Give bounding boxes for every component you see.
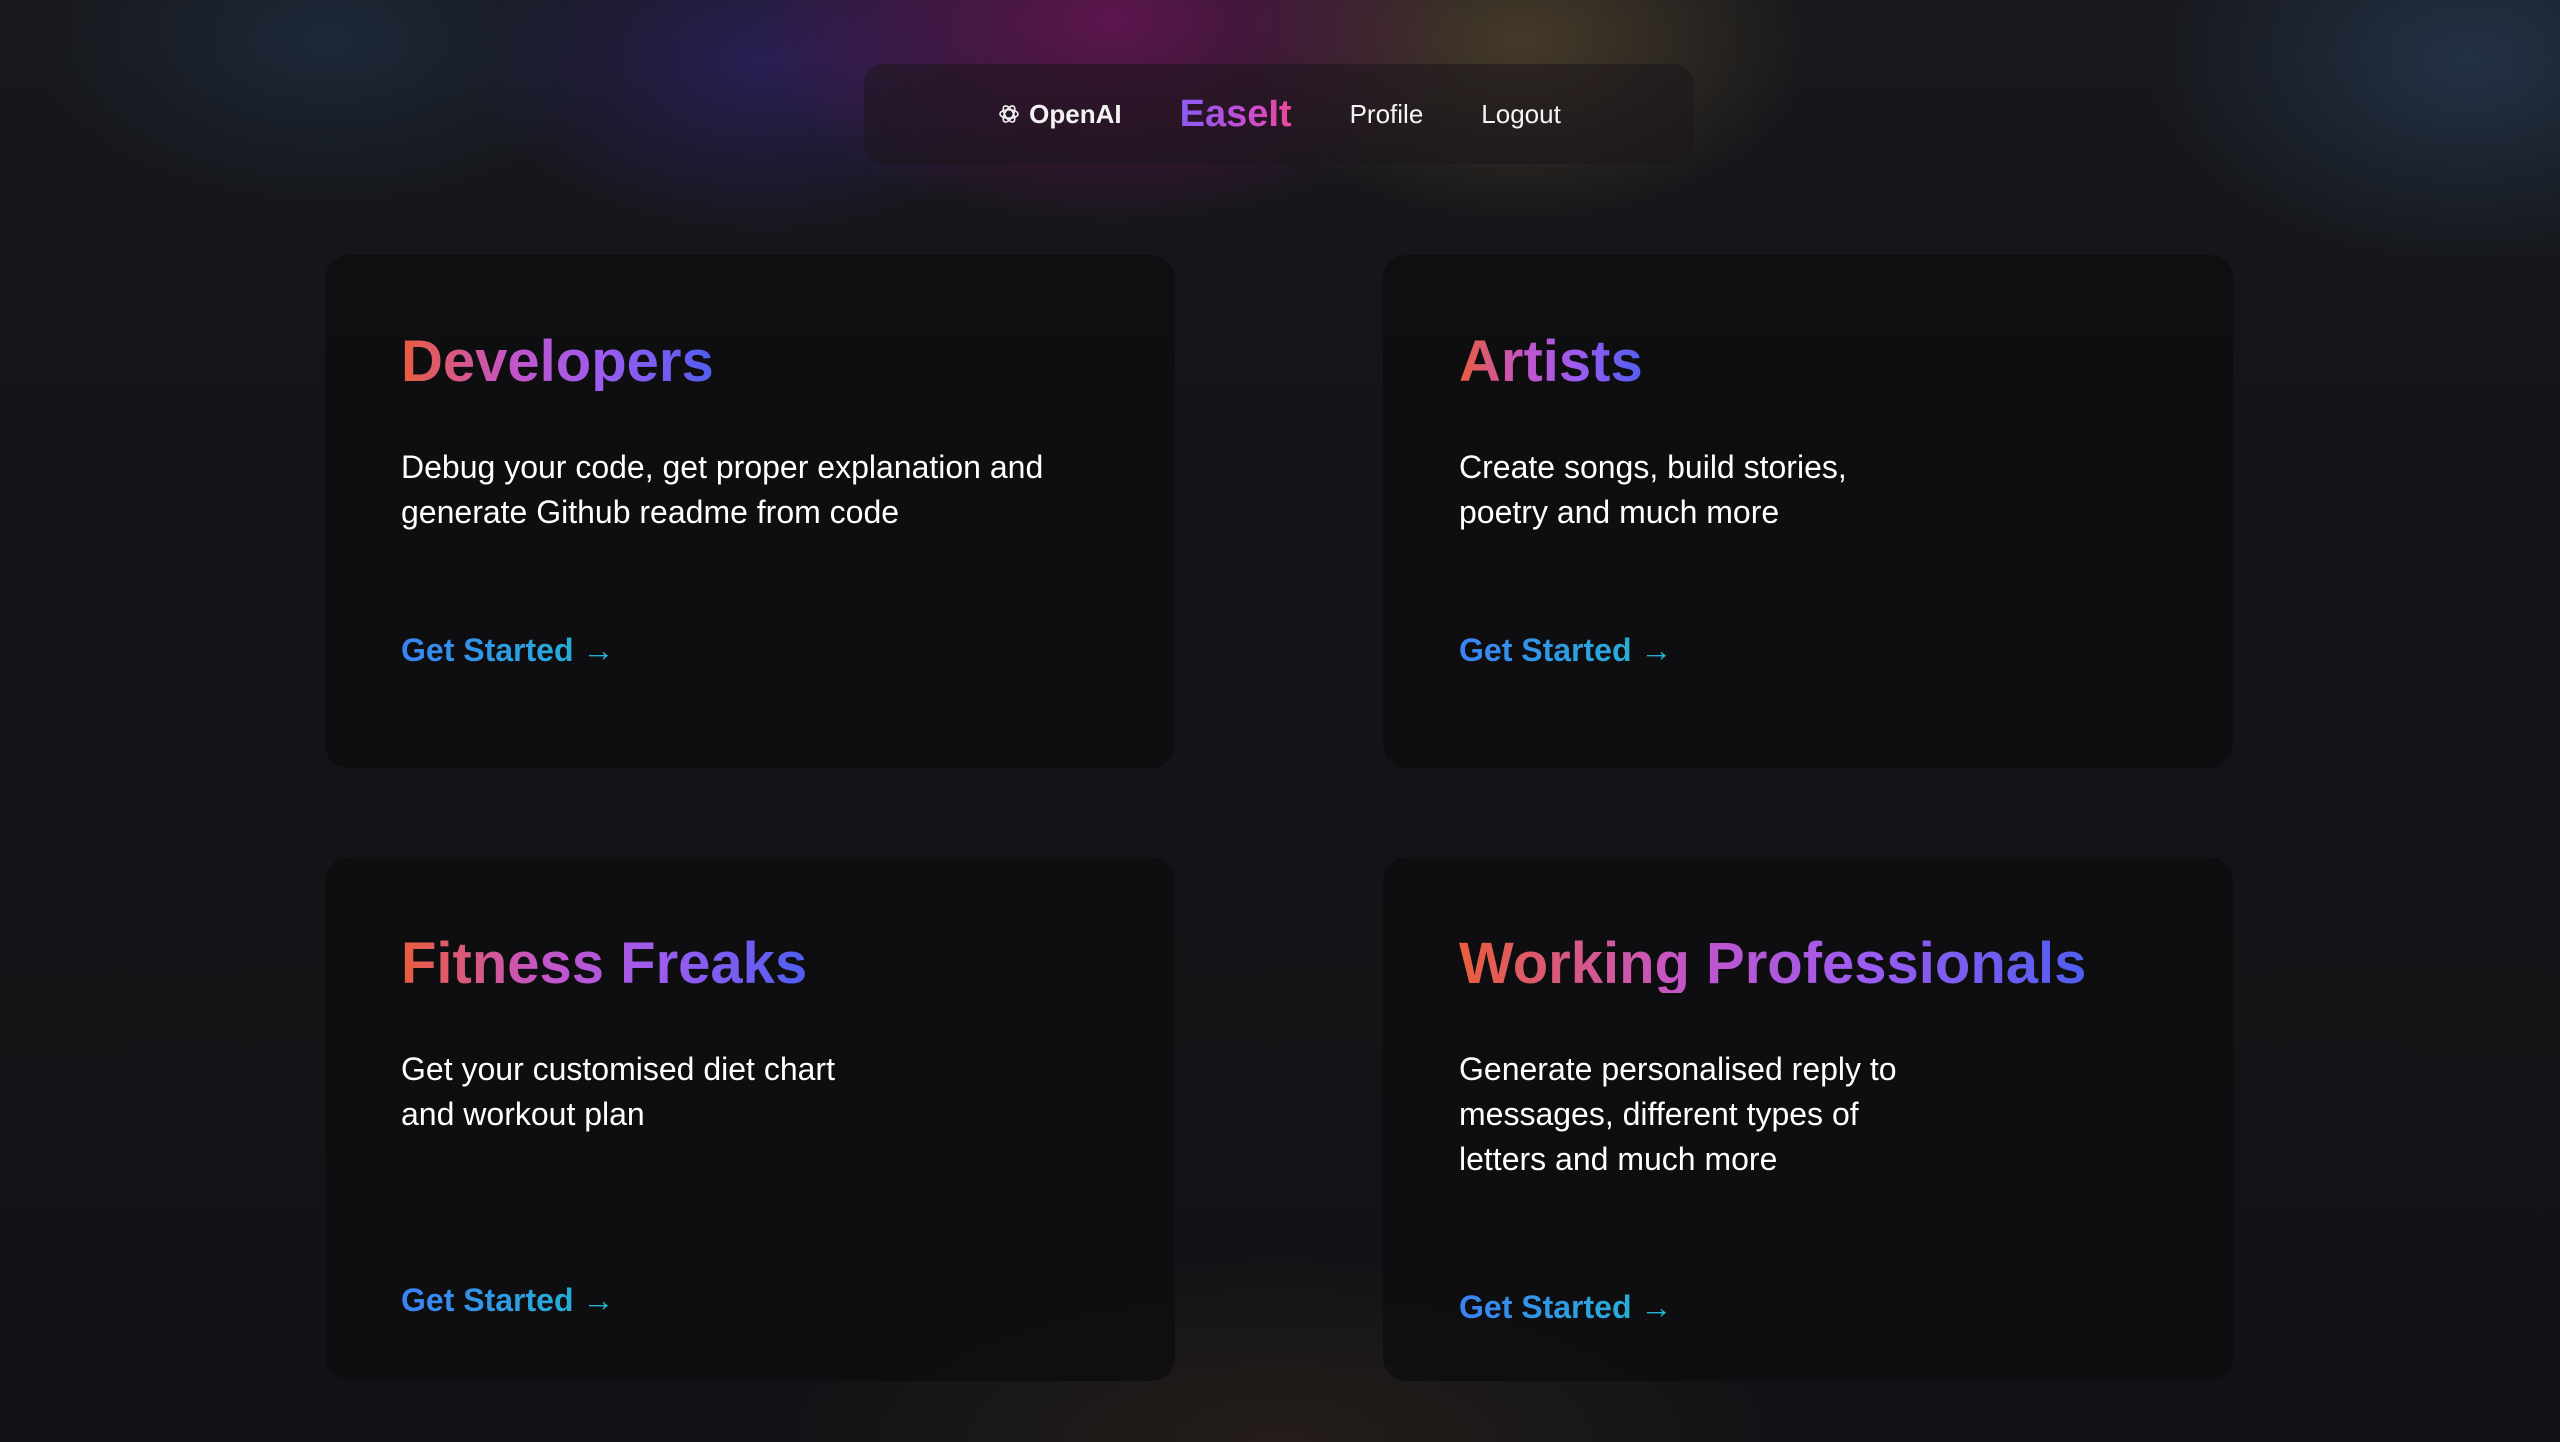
brand-name[interactable]: EaseIt xyxy=(1180,93,1292,136)
card-description: Create songs, build stories, poetry and … xyxy=(1459,449,1847,530)
get-started-link[interactable]: Get Started → xyxy=(1459,632,1672,669)
openai-icon xyxy=(999,105,1019,123)
card-fitness-freaks: Fitness Freaks Get your customised diet … xyxy=(325,857,1175,1381)
card-title: Artists xyxy=(1459,329,1643,394)
profile-link[interactable]: Profile xyxy=(1350,99,1424,130)
card-description: Get your customised diet chart and worko… xyxy=(401,1051,835,1132)
top-navbar: OpenAI EaseIt Profile Logout xyxy=(864,64,1694,164)
logout-link[interactable]: Logout xyxy=(1481,99,1561,130)
card-artists: Artists Create songs, build stories, poe… xyxy=(1383,255,2233,768)
card-developers: Developers Debug your code, get proper e… xyxy=(325,255,1175,768)
card-working-professionals: Working Professionals Generate personali… xyxy=(1383,857,2233,1381)
openai-logo[interactable]: OpenAI xyxy=(997,98,1122,130)
card-description: Generate personalised reply to messages,… xyxy=(1459,1051,1897,1177)
get-started-link[interactable]: Get Started → xyxy=(401,1282,614,1319)
card-description: Debug your code, get proper explanation … xyxy=(401,449,1044,530)
get-started-link[interactable]: Get Started → xyxy=(1459,1289,1672,1326)
card-title: Working Professionals xyxy=(1459,931,2087,996)
get-started-link[interactable]: Get Started → xyxy=(401,632,614,669)
openai-logo-text: OpenAI xyxy=(1029,98,1122,129)
card-title: Fitness Freaks xyxy=(401,931,808,996)
card-title: Developers xyxy=(401,329,714,394)
